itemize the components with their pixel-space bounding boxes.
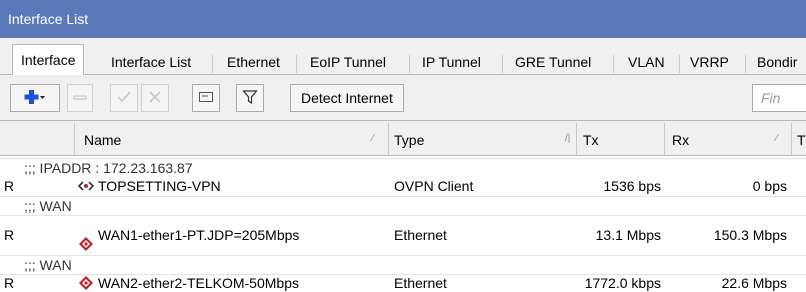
comment-row[interactable]: ;;; WAN bbox=[0, 255, 806, 274]
tab-gre-tunnel[interactable]: GRE Tunnel bbox=[515, 50, 591, 75]
tab-separator bbox=[679, 55, 680, 73]
enable-button[interactable] bbox=[110, 84, 138, 112]
tx-value: 1772.0 kbps bbox=[584, 275, 661, 291]
tx-value: 1536 bps bbox=[603, 178, 661, 194]
comment-text: ;;; WAN bbox=[24, 198, 72, 214]
column-separator bbox=[74, 123, 75, 155]
tab-interface[interactable]: Interface bbox=[12, 44, 85, 76]
column-header-type[interactable]: Type bbox=[394, 132, 424, 148]
comment-icon bbox=[198, 89, 214, 108]
column-header-extra[interactable]: T bbox=[797, 132, 806, 148]
tab-separator bbox=[613, 55, 614, 73]
row-divider bbox=[0, 215, 806, 216]
add-button[interactable] bbox=[10, 84, 60, 112]
interface-name: WAN1-ether1-PT.JDP=205Mbps bbox=[98, 227, 300, 243]
sort-indicator-icon: ⁄ bbox=[372, 133, 374, 144]
column-separator bbox=[664, 123, 665, 155]
sort-indicator-icon: ⁄ bbox=[776, 133, 778, 144]
comment-row[interactable]: ;;; WAN bbox=[0, 196, 806, 215]
tab-separator bbox=[502, 55, 503, 73]
enable-icon bbox=[116, 89, 132, 108]
column-header-name[interactable]: Name bbox=[84, 132, 121, 148]
tab-separator bbox=[212, 55, 213, 73]
row-flag: R bbox=[4, 178, 15, 194]
tab-separator bbox=[409, 55, 410, 73]
table-row[interactable]: R WAN1-ether1-PT.JDP=205Mbps Ethernet 13… bbox=[0, 215, 806, 255]
interface-type: Ethernet bbox=[394, 275, 447, 291]
rx-value: 0 bps bbox=[752, 178, 787, 194]
sort-indicator-icon: /| bbox=[565, 133, 571, 144]
add-icon bbox=[24, 89, 46, 108]
tab-vlan[interactable]: VLAN bbox=[628, 50, 665, 75]
interface-type: OVPN Client bbox=[394, 178, 474, 194]
disable-button[interactable] bbox=[141, 84, 169, 112]
interface-table: Name ⁄ Type /| Tx Rx ⁄ T ;;; IPADDR : 17… bbox=[0, 120, 806, 292]
column-separator bbox=[388, 123, 389, 155]
tab-bonding[interactable]: Bondir bbox=[757, 50, 797, 75]
table-header: Name ⁄ Type /| Tx Rx ⁄ T bbox=[0, 120, 806, 156]
table-row[interactable]: R WAN2-ether2-TELKOM-50Mbps Ethernet 177… bbox=[0, 274, 806, 292]
interface-name: TOPSETTING-VPN bbox=[98, 178, 221, 194]
tab-interface-list[interactable]: Interface List bbox=[111, 50, 191, 75]
filter-button[interactable] bbox=[236, 84, 264, 112]
row-divider bbox=[0, 196, 806, 197]
tab-ethernet[interactable]: Ethernet bbox=[227, 50, 280, 75]
remove-button[interactable] bbox=[67, 84, 93, 112]
comment-button[interactable] bbox=[192, 84, 220, 112]
comment-row[interactable]: ;;; IPADDR : 172.23.163.87 bbox=[0, 158, 806, 177]
column-header-tx[interactable]: Tx bbox=[583, 132, 599, 148]
ethernet-icon bbox=[78, 275, 94, 292]
column-separator bbox=[791, 123, 792, 155]
tx-value: 13.1 Mbps bbox=[595, 227, 661, 243]
search-input[interactable]: Fin bbox=[752, 84, 806, 112]
column-separator bbox=[576, 123, 577, 155]
rx-value: 150.3 Mbps bbox=[713, 227, 787, 243]
remove-icon bbox=[73, 90, 87, 107]
rx-value: 22.6 Mbps bbox=[721, 275, 787, 291]
toolbar: Detect Internet Fin bbox=[0, 75, 806, 120]
tab-separator bbox=[745, 55, 746, 73]
column-header-rx[interactable]: Rx bbox=[672, 132, 689, 148]
tab-eoip-tunnel[interactable]: EoIP Tunnel bbox=[310, 50, 386, 75]
tab-bar: Interface Interface List Ethernet EoIP T… bbox=[0, 38, 806, 76]
comment-text: ;;; WAN bbox=[24, 257, 72, 273]
detect-internet-button[interactable]: Detect Internet bbox=[290, 84, 404, 112]
tab-vrrp[interactable]: VRRP bbox=[690, 50, 729, 75]
interface-name: WAN2-ether2-TELKOM-50Mbps bbox=[98, 275, 299, 291]
row-divider bbox=[0, 274, 806, 275]
row-flag: R bbox=[4, 275, 15, 291]
table-row[interactable]: R TOPSETTING-VPN OVPN Client 1536 bps 0 … bbox=[0, 177, 806, 196]
interface-type: Ethernet bbox=[394, 227, 447, 243]
row-flag: R bbox=[4, 227, 15, 243]
window-title: Interface List bbox=[0, 0, 806, 38]
disable-icon bbox=[147, 89, 163, 108]
tab-separator bbox=[296, 55, 297, 73]
row-divider bbox=[0, 255, 806, 256]
filter-icon bbox=[242, 89, 258, 108]
comment-text: ;;; IPADDR : 172.23.163.87 bbox=[24, 160, 193, 176]
tab-ip-tunnel[interactable]: IP Tunnel bbox=[422, 50, 481, 75]
